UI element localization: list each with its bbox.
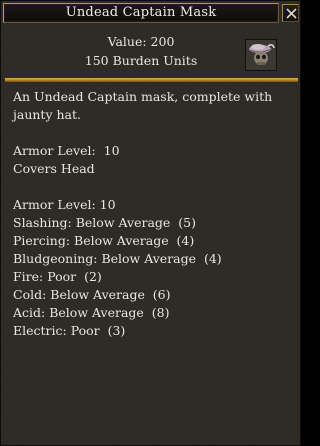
description-line: jaunty hat.: [13, 107, 81, 122]
item-examine-window: Undead Captain Mask Value: 200 150 Burde…: [0, 0, 301, 446]
header-divider: [5, 78, 298, 82]
protection-slashing: Slashing: Below Average (5): [13, 215, 196, 230]
protection-bludgeoning: Bludgeoning: Below Average (4): [13, 251, 222, 266]
title-bar[interactable]: Undead Captain Mask: [3, 3, 279, 23]
protection-acid: Acid: Below Average (8): [13, 305, 170, 320]
armor-level-line: Armor Level: 10: [13, 143, 120, 158]
protection-electric: Electric: Poor (3): [13, 323, 126, 338]
item-description: An Undead Captain mask, complete with ja…: [13, 88, 291, 340]
protection-cold: Cold: Below Average (6): [13, 287, 171, 302]
protection-header: Armor Level: 10: [13, 197, 116, 212]
covers-line: Covers Head: [13, 161, 95, 176]
close-icon: [286, 8, 297, 19]
protection-fire: Fire: Poor (2): [13, 269, 102, 284]
undead-captain-mask-icon[interactable]: [245, 39, 277, 71]
close-button[interactable]: [282, 4, 299, 22]
item-burden: 150 Burden Units: [84, 53, 198, 68]
description-line: An Undead Captain mask, complete with: [13, 89, 273, 104]
item-value: Value: 200: [107, 34, 175, 49]
protection-piercing: Piercing: Below Average (4): [13, 233, 195, 248]
window-title: Undead Captain Mask: [65, 5, 217, 20]
